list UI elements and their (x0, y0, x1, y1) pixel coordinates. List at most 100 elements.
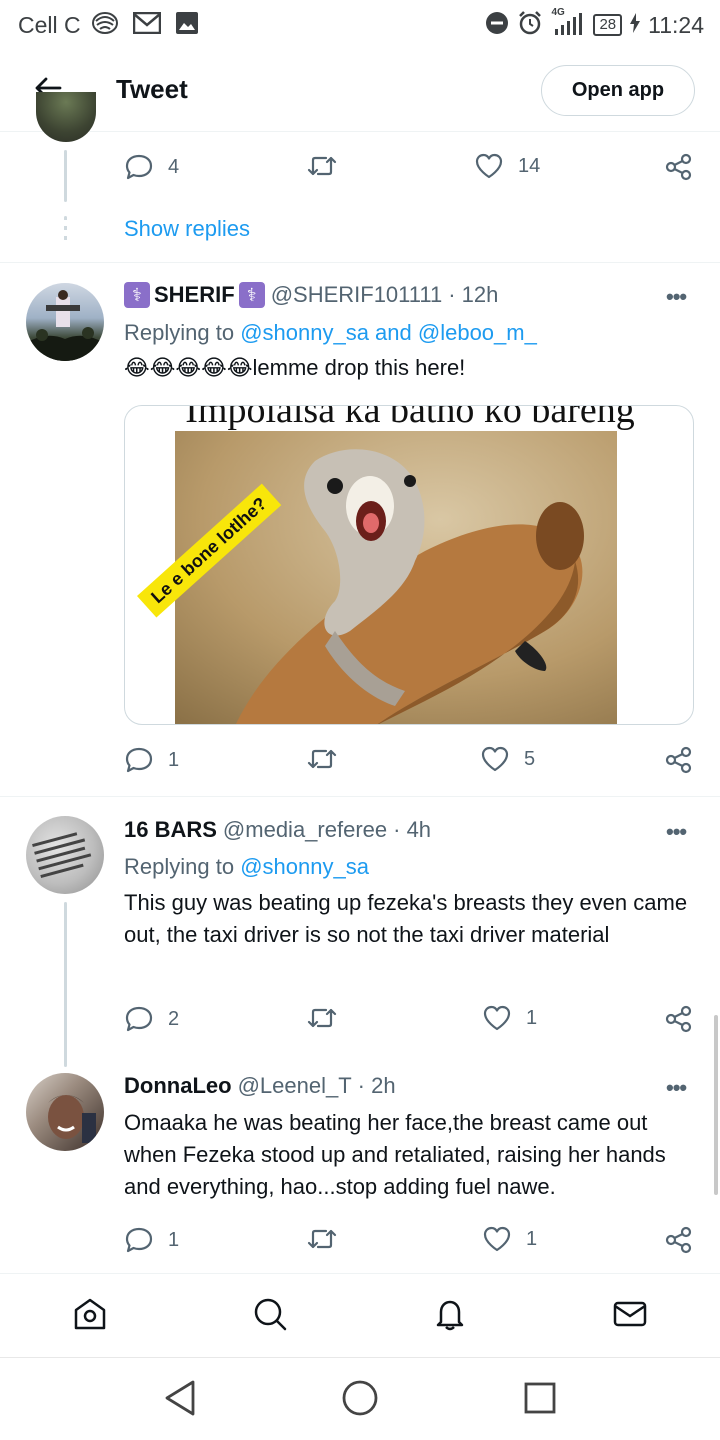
retweet-button[interactable] (306, 745, 338, 773)
reply-button[interactable]: 1 (124, 1225, 179, 1255)
share-icon (664, 1004, 694, 1034)
mail-icon (132, 11, 161, 39)
carrier-logo-icon (91, 11, 119, 40)
show-replies-link[interactable]: Show replies (124, 216, 250, 242)
reply-button[interactable]: 2 (124, 1004, 179, 1034)
system-home-button[interactable] (338, 1378, 382, 1422)
more-options-button[interactable]: ••• (666, 284, 687, 310)
alarm-icon (517, 10, 543, 41)
reply-count: 1 (168, 748, 180, 771)
tweet-text: 😂😂😂😂😂lemme drop this here! (124, 355, 466, 381)
author-name[interactable]: 16 BARS (124, 817, 217, 843)
tweet-actions: 1 1 (124, 1225, 696, 1257)
reply-icon (124, 745, 154, 775)
avatar[interactable] (26, 283, 104, 361)
reply-count: 4 (168, 155, 180, 178)
more-options-button[interactable]: ••• (666, 1075, 687, 1101)
tweet-actions: 2 1 (124, 1004, 696, 1036)
page-title: Tweet (116, 74, 188, 104)
author-name[interactable]: DonnaLeo (124, 1073, 232, 1099)
retweet-icon (306, 1004, 338, 1032)
replying-to: Replying to @shonny_sa and @leboo_m_ (124, 320, 537, 345)
divider (0, 262, 720, 263)
tweet-time[interactable]: · 2h (358, 1073, 396, 1099)
like-button[interactable]: 1 (482, 1225, 537, 1253)
system-back-button[interactable] (158, 1378, 202, 1422)
tweet-header: ⚕ SHERIF ⚕ @SHERIF101111 · 12h (124, 282, 498, 308)
more-options-button[interactable]: ••• (666, 819, 687, 845)
share-button[interactable] (664, 1004, 694, 1034)
retweet-icon (306, 745, 338, 773)
battery-indicator: 28 (593, 14, 623, 36)
tweet-actions: 1 5 (124, 745, 696, 777)
home-circle-icon (341, 1379, 379, 1422)
nav-home[interactable] (70, 1296, 110, 1336)
share-button[interactable] (664, 1225, 694, 1255)
author-handle[interactable]: @Leenel_T (238, 1073, 352, 1099)
heart-icon (474, 152, 504, 180)
tweet-time[interactable]: · 12h (448, 282, 498, 308)
system-recents-button[interactable] (518, 1378, 562, 1422)
avatar[interactable] (26, 816, 104, 894)
scrollbar[interactable] (714, 1015, 718, 1195)
gallery-icon (175, 11, 199, 40)
tweet-time[interactable]: · 4h (393, 817, 431, 843)
share-icon (664, 152, 694, 182)
replying-to-links[interactable]: @shonny_sa (240, 854, 369, 879)
reply-icon (124, 152, 154, 182)
search-icon (252, 1296, 288, 1337)
like-count: 5 (524, 747, 536, 770)
thread-line-dotted (64, 216, 67, 246)
heart-icon (480, 745, 510, 773)
heart-icon (482, 1225, 512, 1253)
meerkat-photo (175, 431, 617, 724)
divider (0, 796, 720, 797)
system-navigation (0, 1357, 720, 1440)
like-count: 14 (518, 154, 541, 177)
nav-messages[interactable] (610, 1296, 650, 1336)
like-button[interactable]: 5 (480, 745, 535, 773)
like-button[interactable]: 1 (482, 1004, 537, 1032)
share-icon (664, 1225, 694, 1255)
heart-icon (482, 1004, 512, 1032)
avatar[interactable] (26, 1073, 104, 1151)
share-button[interactable] (664, 745, 694, 775)
author-handle[interactable]: @media_referee (223, 817, 387, 843)
status-bar: Cell C 4G 28 11:24 (0, 0, 720, 50)
open-app-button[interactable]: Open app (541, 65, 695, 116)
retweet-button[interactable] (306, 1225, 338, 1253)
author-handle[interactable]: @SHERIF101111 (271, 282, 443, 308)
share-button[interactable] (664, 152, 694, 182)
bottom-navigation (0, 1273, 720, 1357)
reply-count: 1 (168, 1228, 180, 1251)
tweet-media-image[interactable]: Impolaisa ka batho ko bareng Le e bone l… (124, 405, 694, 725)
like-count: 1 (526, 1227, 538, 1250)
app-header: Tweet Open app (0, 50, 720, 132)
recents-square-icon (523, 1381, 557, 1420)
replying-to: Replying to @shonny_sa (124, 854, 369, 879)
retweet-button[interactable] (306, 1004, 338, 1032)
notifications-icon (432, 1296, 468, 1337)
tweet-text: This guy was beating up fezeka's breasts… (124, 890, 688, 947)
share-icon (664, 745, 694, 775)
signal-icon: 4G (551, 7, 585, 37)
like-button[interactable]: 14 (474, 152, 540, 180)
emoji-row: 😂😂😂😂😂 (124, 356, 253, 381)
avatar[interactable] (36, 92, 96, 142)
messages-icon (612, 1296, 648, 1337)
reply-button[interactable]: 1 (124, 745, 179, 775)
replying-to-links[interactable]: @shonny_sa and @leboo_m_ (240, 320, 537, 345)
do-not-disturb-icon (485, 11, 509, 40)
back-triangle-icon (163, 1379, 197, 1422)
reply-button[interactable]: 4 (124, 152, 179, 182)
author-name[interactable]: ⚕ SHERIF ⚕ (124, 282, 265, 308)
tweet-text: Omaaka he was beating her face,the breas… (124, 1110, 666, 1199)
nav-notifications[interactable] (430, 1296, 470, 1336)
thread-line (64, 902, 67, 1067)
reply-icon (124, 1004, 154, 1034)
medical-emoji-icon: ⚕ (124, 282, 150, 308)
retweet-button[interactable] (306, 152, 338, 180)
clock: 11:24 (648, 11, 704, 38)
nav-search[interactable] (250, 1296, 290, 1336)
medical-emoji-icon: ⚕ (238, 282, 265, 308)
